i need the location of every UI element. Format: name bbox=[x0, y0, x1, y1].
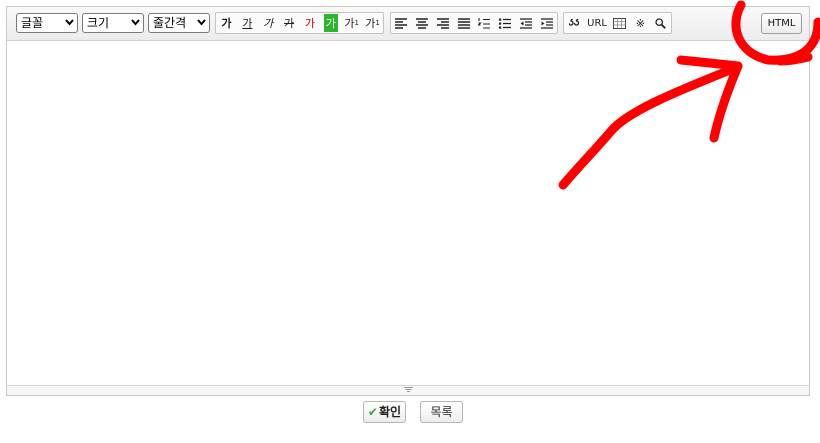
editor-content-area[interactable] bbox=[7, 41, 809, 386]
resize-handle[interactable] bbox=[7, 385, 809, 395]
indent-icon bbox=[540, 17, 553, 29]
confirm-button[interactable]: ✔확인 bbox=[363, 401, 406, 423]
ordered-list-icon bbox=[478, 17, 491, 29]
align-justify-icon bbox=[457, 17, 470, 29]
font-color-button[interactable]: 가 bbox=[300, 13, 321, 33]
align-left-icon bbox=[395, 17, 408, 29]
line-height-select[interactable]: 줄간격 bbox=[148, 13, 210, 33]
url-label: URL bbox=[587, 17, 607, 29]
underline-glyph: 가 bbox=[242, 17, 253, 30]
background-color-button[interactable]: 가 bbox=[320, 13, 341, 33]
toolbar: 글꼴 크기 줄간격 가 가 가 가 가 가 가1 가1 URL ※ HTML bbox=[7, 7, 809, 41]
outdent-button[interactable] bbox=[516, 13, 537, 33]
background-color-glyph: 가 bbox=[323, 14, 338, 32]
ordered-list-button[interactable] bbox=[474, 13, 495, 33]
table-icon bbox=[613, 17, 627, 29]
align-right-icon bbox=[436, 17, 449, 29]
bold-button[interactable]: 가 bbox=[216, 13, 237, 33]
chevron-down-icon bbox=[131, 19, 140, 26]
outdent-icon bbox=[519, 17, 532, 29]
font-select[interactable]: 글꼴 bbox=[16, 13, 78, 33]
table-button[interactable] bbox=[610, 13, 630, 33]
special-char-button[interactable]: ※ bbox=[630, 13, 650, 33]
subscript-glyph: 가 bbox=[365, 17, 376, 30]
search-icon bbox=[655, 17, 667, 29]
subscript-button[interactable]: 가1 bbox=[362, 13, 383, 33]
insert-group: URL ※ bbox=[563, 12, 672, 34]
align-center-button[interactable] bbox=[412, 13, 433, 33]
check-icon: ✔ bbox=[367, 405, 378, 419]
italic-button[interactable]: 가 bbox=[258, 13, 279, 33]
size-select[interactable]: 크기 bbox=[82, 13, 144, 33]
resize-grip-icon bbox=[404, 387, 413, 392]
special-char-glyph: ※ bbox=[635, 16, 645, 30]
unordered-list-icon bbox=[499, 18, 512, 29]
editor: 글꼴 크기 줄간격 가 가 가 가 가 가 가1 가1 URL ※ HTML bbox=[6, 6, 810, 396]
line-height-select-value: 줄간격 bbox=[153, 16, 187, 30]
quote-icon bbox=[569, 19, 580, 26]
font-select-value: 글꼴 bbox=[21, 16, 44, 30]
unordered-list-button[interactable] bbox=[495, 13, 516, 33]
list-button[interactable]: 목록 bbox=[420, 401, 463, 423]
link-button[interactable]: URL bbox=[584, 13, 609, 33]
align-right-button[interactable] bbox=[433, 13, 454, 33]
strikethrough-button[interactable]: 가 bbox=[279, 13, 300, 33]
html-mode-button[interactable]: HTML bbox=[761, 13, 802, 34]
strikethrough-glyph: 가 bbox=[284, 17, 295, 30]
size-select-value: 크기 bbox=[87, 16, 110, 30]
subscript-mark: 1 bbox=[375, 19, 380, 27]
superscript-mark: 1 bbox=[354, 19, 359, 27]
quote-button[interactable] bbox=[564, 13, 584, 33]
confirm-label: 확인 bbox=[378, 405, 402, 419]
indent-button[interactable] bbox=[536, 13, 557, 33]
superscript-button[interactable]: 가1 bbox=[341, 13, 362, 33]
font-color-glyph: 가 bbox=[304, 17, 315, 30]
paragraph-group bbox=[390, 12, 558, 34]
chevron-down-icon bbox=[65, 19, 74, 26]
align-left-button[interactable] bbox=[391, 13, 412, 33]
chevron-down-icon bbox=[197, 19, 206, 26]
align-center-icon bbox=[416, 17, 429, 29]
bold-glyph: 가 bbox=[221, 17, 232, 30]
underline-button[interactable]: 가 bbox=[237, 13, 258, 33]
align-justify-button[interactable] bbox=[453, 13, 474, 33]
italic-glyph: 가 bbox=[263, 17, 274, 30]
search-button[interactable] bbox=[651, 13, 671, 33]
superscript-glyph: 가 bbox=[344, 17, 355, 30]
text-format-group: 가 가 가 가 가 가 가1 가1 bbox=[215, 12, 384, 34]
